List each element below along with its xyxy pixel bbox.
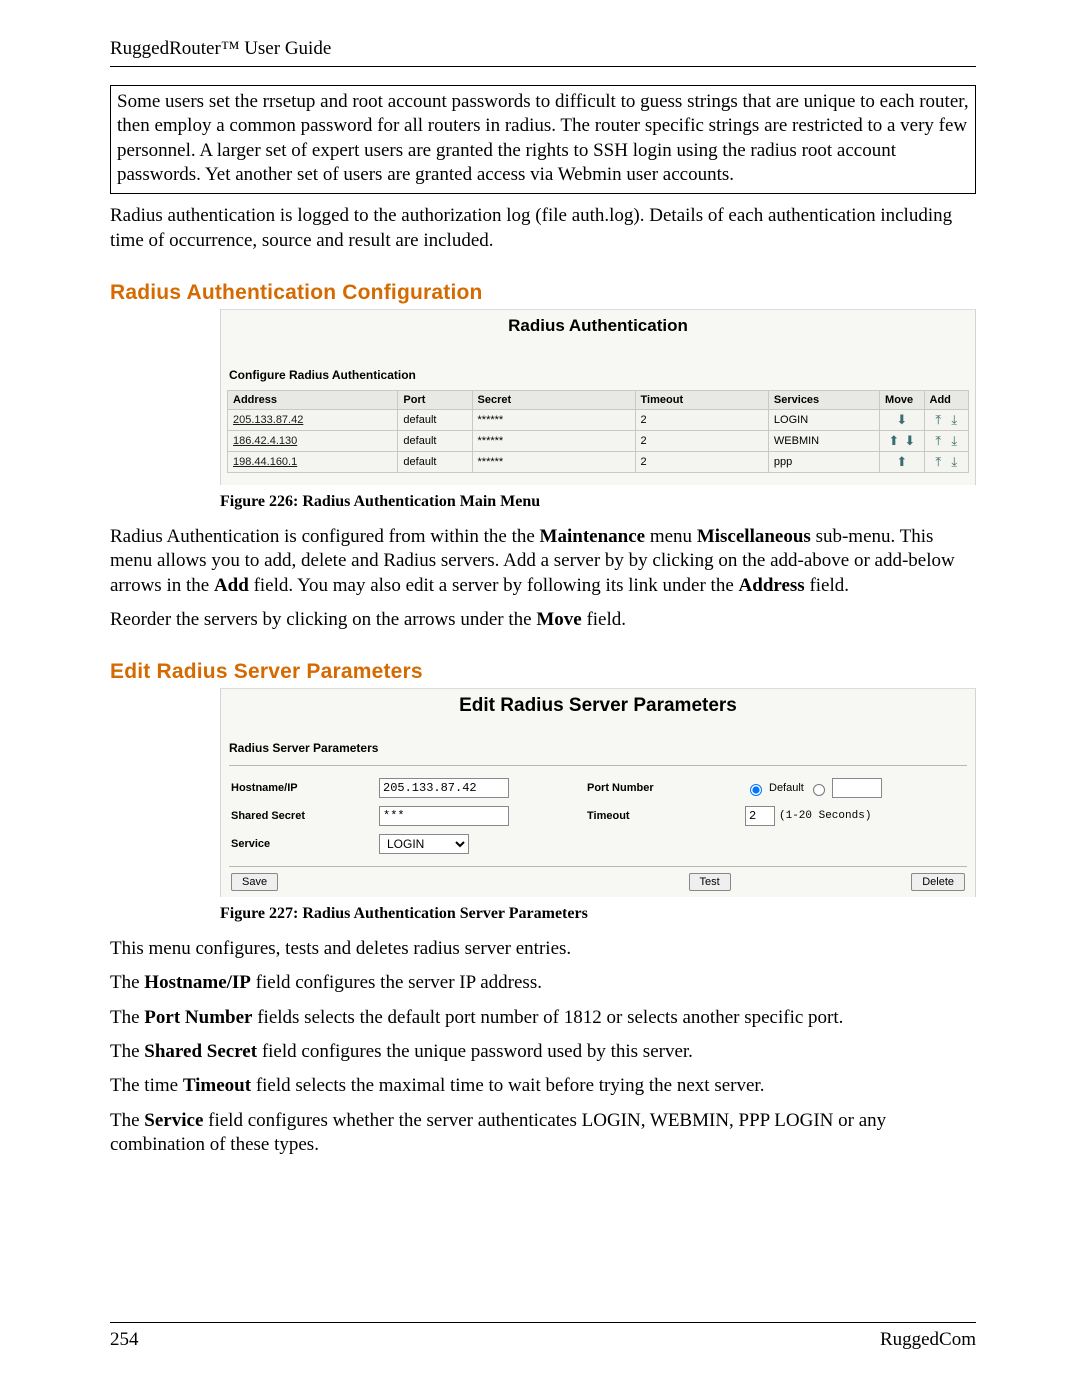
table-row: 198.44.160.1 default ****** 2 ppp ⬆ ⤒ ⤓ (228, 451, 969, 472)
page-footer: 254 RuggedCom (110, 1322, 976, 1351)
move-down-icon[interactable]: ⬇ (895, 413, 909, 427)
label-port: Port Number (587, 782, 737, 794)
divider (229, 866, 967, 867)
figure-radius-auth-panel: Radius Authentication Configure Radius A… (220, 309, 976, 485)
page-number: 254 (110, 1329, 139, 1351)
add-below-icon[interactable]: ⤓ (947, 455, 961, 469)
panel-subtitle: Configure Radius Authentication (221, 350, 975, 390)
cell-services: ppp (768, 451, 879, 472)
panel-subtitle: Radius Server Parameters (221, 731, 975, 763)
paragraph-reorder: Reorder the servers by clicking on the a… (110, 608, 976, 632)
note-text: Some users set the rrsetup and root acco… (117, 91, 969, 185)
paragraph-service: The Service field configures whether the… (110, 1109, 976, 1158)
col-secret: Secret (472, 390, 635, 409)
table-row: 205.133.87.42 default ****** 2 LOGIN ⬇ ⤒… (228, 409, 969, 430)
move-down-icon[interactable]: ⬇ (903, 434, 917, 448)
panel-title: Radius Authentication (221, 310, 975, 350)
paragraph-menu-desc: This menu configures, tests and deletes … (110, 937, 976, 961)
figure-caption-226: Figure 226: Radius Authentication Main M… (220, 493, 976, 511)
label-hostname: Hostname/IP (231, 782, 371, 794)
port-default-label: Default (769, 782, 804, 794)
paragraph-secret: The Shared Secret field configures the u… (110, 1040, 976, 1064)
label-service: Service (231, 838, 371, 850)
timeout-field[interactable] (745, 806, 775, 826)
col-address: Address (228, 390, 398, 409)
move-up-icon[interactable]: ⬆ (895, 455, 909, 469)
address-link[interactable]: 198.44.160.1 (233, 456, 297, 468)
figure-edit-radius-panel: Edit Radius Server Parameters Radius Ser… (220, 688, 976, 897)
test-button[interactable]: Test (689, 873, 731, 891)
paragraph-config-desc: Radius Authentication is configured from… (110, 525, 976, 598)
cell-port: default (398, 430, 472, 451)
paragraph-authlog: Radius authentication is logged to the a… (110, 204, 976, 253)
col-move: Move (880, 390, 924, 409)
add-above-icon[interactable]: ⤒ (931, 455, 945, 469)
cell-services: WEBMIN (768, 430, 879, 451)
divider (229, 765, 967, 766)
address-link[interactable]: 205.133.87.42 (233, 414, 303, 426)
section-heading-radius-auth-config: Radius Authentication Configuration (110, 281, 976, 305)
port-custom-radio[interactable] (813, 784, 825, 796)
add-above-icon[interactable]: ⤒ (931, 413, 945, 427)
footer-brand: RuggedCom (880, 1329, 976, 1351)
label-secret: Shared Secret (231, 810, 371, 822)
address-link[interactable]: 186.42.4.130 (233, 435, 297, 447)
service-select[interactable]: LOGIN (379, 834, 469, 854)
paragraph-hostname: The Hostname/IP field configures the ser… (110, 971, 976, 995)
hostname-field[interactable] (379, 778, 509, 798)
panel-title: Edit Radius Server Parameters (221, 689, 975, 731)
table-header-row: Address Port Secret Timeout Services Mov… (228, 390, 969, 409)
col-port: Port (398, 390, 472, 409)
section-heading-edit-radius: Edit Radius Server Parameters (110, 660, 976, 684)
col-timeout: Timeout (635, 390, 768, 409)
add-below-icon[interactable]: ⤓ (947, 434, 961, 448)
col-add: Add (924, 390, 969, 409)
paragraph-port: The Port Number fields selects the defau… (110, 1006, 976, 1030)
radius-table: Address Port Secret Timeout Services Mov… (227, 390, 969, 473)
cell-secret: ****** (472, 451, 635, 472)
cell-secret: ****** (472, 430, 635, 451)
cell-timeout: 2 (635, 451, 768, 472)
cell-port: default (398, 409, 472, 430)
col-services: Services (768, 390, 879, 409)
table-row: 186.42.4.130 default ****** 2 WEBMIN ⬆ ⬇… (228, 430, 969, 451)
paragraph-timeout: The time Timeout field selects the maxim… (110, 1074, 976, 1098)
page-header: RuggedRouter™ User Guide (110, 38, 976, 67)
note-box: Some users set the rrsetup and root acco… (110, 85, 976, 194)
port-default-radio[interactable] (750, 784, 762, 796)
secret-field[interactable] (379, 806, 509, 826)
move-up-icon[interactable]: ⬆ (887, 434, 901, 448)
cell-secret: ****** (472, 409, 635, 430)
cell-services: LOGIN (768, 409, 879, 430)
figure-caption-227: Figure 227: Radius Authentication Server… (220, 905, 976, 923)
add-below-icon[interactable]: ⤓ (947, 413, 961, 427)
cell-timeout: 2 (635, 409, 768, 430)
save-button[interactable]: Save (231, 873, 278, 891)
doc-title: RuggedRouter™ User Guide (110, 38, 331, 59)
timeout-hint: (1-20 Seconds) (779, 810, 871, 822)
cell-timeout: 2 (635, 430, 768, 451)
cell-port: default (398, 451, 472, 472)
delete-button[interactable]: Delete (911, 873, 965, 891)
port-custom-field[interactable] (832, 778, 882, 798)
label-timeout: Timeout (587, 810, 737, 822)
add-above-icon[interactable]: ⤒ (931, 434, 945, 448)
